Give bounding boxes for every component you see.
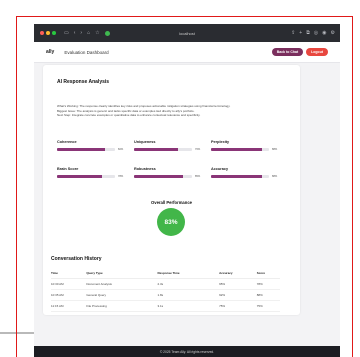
analysis-title: AI Response Analysis [57,79,110,85]
metric-label: Perplexity [211,140,230,144]
metric-bar-fill [211,148,263,151]
metric-coherence: Coherence 82% [57,140,127,151]
analysis-text: What's Working: The response clearly ide… [57,104,282,118]
table-cell: Document Analysis [86,278,158,290]
settings-gear-icon[interactable]: ⚙ [331,30,335,36]
column-header: Accuracy [219,269,257,279]
metric-bar-track [211,148,269,151]
metric-label: Accuracy [211,167,229,171]
shield-icon[interactable] [104,30,110,36]
metric-bar-track [57,148,115,151]
share-icon[interactable]: ⇪ [291,30,295,36]
metric-label: Coherence [57,140,77,144]
metric-label: Robustness [134,167,156,171]
metric-bar-fill [211,175,263,178]
metric-value: 85% [195,175,201,178]
metric-label: Brain Score [57,167,79,171]
metric-bar-fill [57,175,103,178]
metric-uniqueness: Uniqueness 76% [134,140,204,151]
performance-title: Overall Performance [151,200,192,205]
evaluation-card: AI Response Analysis What's Working: The… [43,65,300,315]
table-row[interactable]: 11:15 AM File Processing 3.1s 75% 75% [51,300,280,312]
metric-bar-fill [134,175,184,178]
metric-bar-fill [134,148,179,151]
sidebar-toggle-icon[interactable]: ▭ [64,30,69,36]
bookmark-star-icon[interactable]: ☆ [95,30,99,36]
extensions-icon[interactable]: ◎ [314,30,318,36]
table-cell: 92% [219,289,257,301]
metric-value: 88% [272,148,278,151]
analysis-line: Next Step: Integrate concrete examples o… [57,113,201,118]
maximize-window-dot[interactable] [52,31,56,35]
close-window-dot[interactable] [40,31,44,35]
metric-value: 88% [272,175,278,178]
forward-arrow-icon[interactable]: › [80,30,82,36]
table-cell: 95% [219,278,257,290]
app-logo[interactable]: ally [46,49,54,55]
table-row[interactable]: 10:35 AM General Query 1.8s 92% 88% [51,289,280,301]
metric-value: 82% [118,148,124,151]
logout-button[interactable]: Logout [306,48,328,56]
history-table: Time Query Type Response Time Accuracy S… [51,269,280,312]
add-tab-icon[interactable]: + [299,30,302,36]
metric-bar-fill [57,148,105,151]
minimize-window-dot[interactable] [46,31,50,35]
metric-bar-track [211,175,269,178]
column-header: Time [51,269,87,279]
metric-bar-track [134,175,192,178]
home-icon[interactable]: ⌂ [87,30,90,36]
back-to-chat-button[interactable]: Back to Chat [271,48,304,56]
page-title: Evaluation Dashboard [64,49,109,55]
back-arrow-icon[interactable]: ‹ [74,30,76,36]
table-cell: 75% [219,300,257,312]
metric-robustness: Robustness 85% [134,167,204,178]
metric-value: 76% [195,148,201,151]
table-cell: 78% [256,278,280,290]
table-cell: 3.1s [157,300,220,312]
table-cell: 11:15 AM [51,300,87,312]
history-title: Conversation History [51,256,102,262]
table-cell: 88% [256,289,280,301]
browser-toolbar: ▭ ‹ › ⌂ ☆ localhost ⇪ + ⧉ ◎ ◉ ⚙ [34,24,340,42]
address-bar[interactable]: localhost [179,31,195,36]
table-row[interactable]: 10:30 AM Document Analysis 2.3s 95% 78% [51,278,280,290]
table-cell: 10:30 AM [51,278,87,290]
profile-icon[interactable]: ◉ [322,30,326,36]
metric-accuracy: Accuracy 88% [211,167,281,178]
tabs-overview-icon[interactable]: ⧉ [306,30,310,36]
table-cell: File Processing [86,300,158,312]
table-cell: 10:35 AM [51,289,87,301]
metric-bar-track [134,148,192,151]
table-cell: 2.3s [157,278,220,290]
metric-perplexity: Perplexity 88% [211,140,281,151]
overall-score-badge: 83% [157,208,185,236]
page-footer: © 2025 Team Ally. All rights reserved. [34,346,340,357]
table-cell: 1.8s [157,289,220,301]
table-cell: 75% [256,300,280,312]
column-header: Response Time [157,269,220,279]
table-header-row: Time Query Type Response Time Accuracy S… [51,269,280,279]
column-header: Score [256,269,280,279]
table-cell: General Query [86,289,158,301]
metric-bar-track [57,175,115,178]
metric-value: 78% [118,175,124,178]
app-header: ally Evaluation Dashboard Back to Chat L… [34,42,340,63]
metric-label: Uniqueness [134,140,156,144]
metric-brain-score: Brain Score 78% [57,167,127,178]
column-header: Query Type [86,269,158,279]
